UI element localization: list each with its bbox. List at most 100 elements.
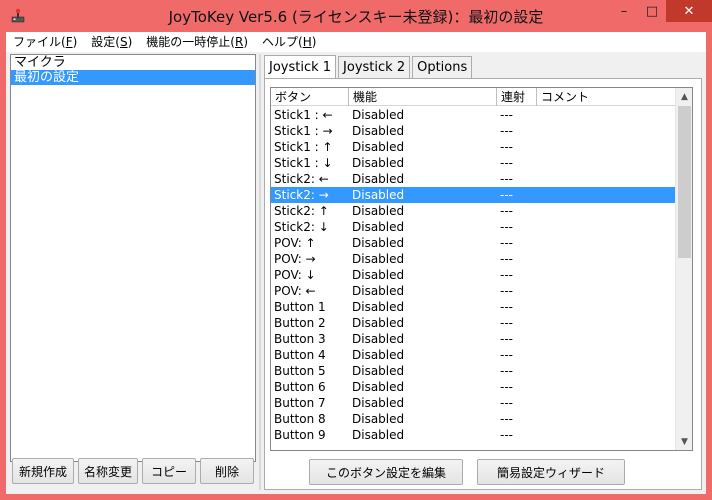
table-row[interactable]: Button 7 Disabled --- <box>271 395 676 411</box>
table-row[interactable]: Stick1 : ↓ Disabled --- <box>271 155 676 171</box>
cell-comment <box>537 139 676 155</box>
edit-button-setting-button[interactable]: このボタン設定を編集 <box>309 459 463 485</box>
cell-button: Stick1 : ← <box>274 108 333 122</box>
table-row[interactable]: Button 3 Disabled --- <box>271 331 676 347</box>
cell-button: Button 8 <box>274 412 326 426</box>
table-row[interactable]: Button 8 Disabled --- <box>271 411 676 427</box>
table-row[interactable]: Button 9 Disabled --- <box>271 427 676 443</box>
table-row[interactable]: POV: ← Disabled --- <box>271 283 676 299</box>
title-bar[interactable]: JoyToKey Ver5.6 (ライセンスキー未登録)：最初の設定 – □ ✕ <box>0 0 712 32</box>
cell-comment <box>537 267 676 283</box>
menu-settings[interactable]: 設定(S) <box>84 32 139 52</box>
column-header-button[interactable]: ボタン <box>271 88 349 106</box>
table-row[interactable]: Button 6 Disabled --- <box>271 379 676 395</box>
cell-function: Disabled <box>352 124 405 138</box>
menu-help-label: ヘルプ( <box>262 35 303 49</box>
table-row[interactable]: Button 5 Disabled --- <box>271 363 676 379</box>
cell-comment <box>537 379 676 395</box>
menu-settings-tail: ) <box>127 35 133 49</box>
cell-rapid: --- <box>500 364 513 378</box>
cell-rapid: --- <box>500 284 513 298</box>
cell-function: Disabled <box>352 284 405 298</box>
tab-options[interactable]: Options <box>412 56 473 78</box>
scroll-up-icon[interactable]: ▲ <box>676 88 692 105</box>
table-row[interactable]: Button 4 Disabled --- <box>271 347 676 363</box>
table-row[interactable]: Stick2: ← Disabled --- <box>271 171 676 187</box>
column-header-function[interactable]: 機能 <box>349 88 497 106</box>
profile-item-selected[interactable]: 最初の設定 <box>11 70 255 85</box>
cell-comment <box>537 123 676 139</box>
cell-comment <box>537 251 676 267</box>
table-row[interactable]: Stick2: ↑ Disabled --- <box>271 203 676 219</box>
copy-profile-button[interactable]: コピー <box>142 458 196 484</box>
delete-profile-button[interactable]: 削除 <box>200 458 254 484</box>
scroll-down-icon[interactable]: ▼ <box>676 433 692 450</box>
cell-button: Stick2: ↓ <box>274 220 329 234</box>
table-row[interactable]: Button 1 Disabled --- <box>271 299 676 315</box>
cell-button: Stick1 : ↑ <box>274 140 333 154</box>
table-row[interactable]: Stick1 : → Disabled --- <box>271 123 676 139</box>
cell-rapid: --- <box>500 268 513 282</box>
cell-rapid: --- <box>500 380 513 394</box>
column-header-comment[interactable]: コメント <box>537 88 676 106</box>
client-area: ファイル(F) 設定(S) 機能の一時停止(R) ヘルプ(H) マイクラ 最初の… <box>6 32 706 494</box>
table-row[interactable]: Stick1 : ↑ Disabled --- <box>271 139 676 155</box>
minimize-button[interactable]: – <box>610 0 638 22</box>
cell-rapid: --- <box>500 188 513 202</box>
column-header-rapid[interactable]: 連射 <box>497 88 537 106</box>
list-body: Stick1 : ← Disabled --- Stick1 : → Disabled -… <box>271 107 676 443</box>
tab-joystick-2[interactable]: Joystick 2 <box>338 56 411 78</box>
cell-function: Disabled <box>352 220 405 234</box>
menu-bar: ファイル(F) 設定(S) 機能の一時停止(R) ヘルプ(H) <box>6 32 706 52</box>
table-row[interactable]: POV: ↑ Disabled --- <box>271 235 676 251</box>
menu-settings-label: 設定( <box>91 35 120 49</box>
cell-button: Button 4 <box>274 348 326 362</box>
setup-wizard-button[interactable]: 簡易設定ウィザード <box>477 459 625 485</box>
table-row[interactable]: Stick2: ↓ Disabled --- <box>271 219 676 235</box>
menu-pause[interactable]: 機能の一時停止(R) <box>139 32 255 52</box>
table-row[interactable]: Stick1 : ← Disabled --- <box>271 107 676 123</box>
cell-function: Disabled <box>352 332 405 346</box>
cell-comment <box>537 411 676 427</box>
table-row[interactable]: POV: → Disabled --- <box>271 251 676 267</box>
tab-joystick-1[interactable]: Joystick 1 <box>264 55 337 79</box>
table-row-selected[interactable]: Stick2: → Disabled --- <box>271 187 676 203</box>
cell-comment <box>537 395 676 411</box>
app-window: JoyToKey Ver5.6 (ライセンスキー未登録)：最初の設定 – □ ✕… <box>0 0 712 500</box>
cell-function: Disabled <box>352 156 405 170</box>
cell-function: Disabled <box>352 204 405 218</box>
cell-function: Disabled <box>352 396 405 410</box>
cell-rapid: --- <box>500 348 513 362</box>
profile-item[interactable]: マイクラ <box>11 55 255 70</box>
cell-rapid: --- <box>500 236 513 250</box>
cell-function: Disabled <box>352 236 405 250</box>
cell-function: Disabled <box>352 188 405 202</box>
cell-rapid: --- <box>500 332 513 346</box>
scroll-thumb[interactable] <box>678 106 691 258</box>
close-button[interactable]: ✕ <box>666 0 712 22</box>
assignment-buttons: このボタン設定を編集 簡易設定ウィザード <box>309 459 625 485</box>
cell-rapid: --- <box>500 412 513 426</box>
new-profile-button[interactable]: 新規作成 <box>12 458 74 484</box>
menu-file[interactable]: ファイル(F) <box>6 32 84 52</box>
cell-button: POV: ← <box>274 284 316 298</box>
cell-button: Stick1 : → <box>274 124 333 138</box>
cell-function: Disabled <box>352 428 405 442</box>
joystick-tabs: Joystick 1 Joystick 2 Options <box>264 54 474 79</box>
menu-pause-tail: ) <box>243 35 248 49</box>
cell-comment <box>537 155 676 171</box>
rename-profile-button[interactable]: 名称変更 <box>78 458 138 484</box>
maximize-button[interactable]: □ <box>638 0 666 22</box>
cell-button: Button 7 <box>274 396 326 410</box>
table-row[interactable]: Button 2 Disabled --- <box>271 315 676 331</box>
cell-function: Disabled <box>352 380 405 394</box>
table-row[interactable]: POV: ↓ Disabled --- <box>271 267 676 283</box>
cell-comment <box>537 219 676 235</box>
profile-list: マイクラ 最初の設定 <box>10 54 256 462</box>
panel-splitter[interactable] <box>259 54 261 490</box>
menu-file-accel: F <box>65 35 73 49</box>
cell-function: Disabled <box>352 140 405 154</box>
menu-help[interactable]: ヘルプ(H) <box>255 32 323 52</box>
vertical-scrollbar[interactable]: ▲ ▼ <box>675 88 692 450</box>
cell-rapid: --- <box>500 140 513 154</box>
